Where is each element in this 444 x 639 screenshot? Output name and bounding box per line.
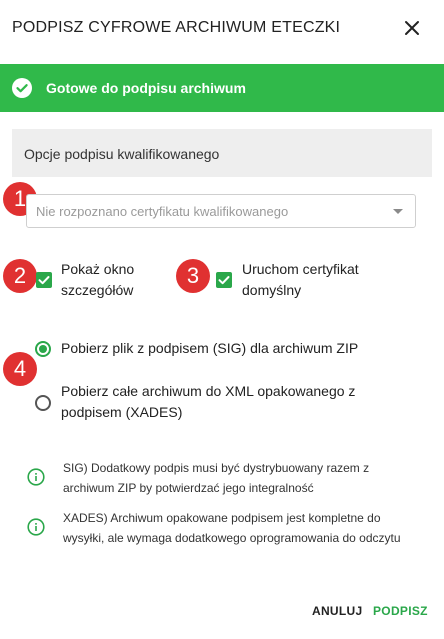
close-icon[interactable] xyxy=(400,16,424,40)
show-details-checkbox[interactable] xyxy=(36,272,52,288)
certificate-select-placeholder: Nie rozpoznano certyfikatu kwalifikowane… xyxy=(36,204,289,219)
section-header: Opcje podpisu kwalifikowanego xyxy=(12,129,432,177)
info-icon xyxy=(27,468,45,486)
info-line: archiwum ZIP by potwierdzać jego integra… xyxy=(63,481,314,495)
radio-sig-label[interactable]: Pobierz plik z podpisem (SIG) dla archiw… xyxy=(61,338,358,359)
info-icon xyxy=(27,518,45,536)
info-line: SIG) Dodatkowy podpis musi być dystrybuo… xyxy=(63,461,370,475)
checkmark-icon xyxy=(218,276,230,285)
default-certificate-label: Uruchom certyfikat domyślny xyxy=(242,259,359,301)
radio-label-line: Pobierz całe archiwum do XML opakowanego… xyxy=(61,383,356,399)
status-banner: Gotowe do podpisu archiwum xyxy=(0,64,444,112)
checkbox-label-line: Uruchom certyfikat xyxy=(242,261,359,277)
marker-badge: 2 xyxy=(3,259,37,293)
marker-badge: 4 xyxy=(3,352,37,386)
info-line: wysyłki, ale wymaga dodatkowego oprogram… xyxy=(63,531,401,545)
checkbox-label-line: szczegółów xyxy=(61,282,134,298)
info-xades: XADES) Archiwum opakowane podpisem jest … xyxy=(63,508,401,548)
info-line: XADES) Archiwum opakowane podpisem jest … xyxy=(63,511,381,525)
radio-sig[interactable] xyxy=(35,341,51,357)
banner-text: Gotowe do podpisu archiwum xyxy=(46,80,246,96)
certificate-select[interactable]: Nie rozpoznano certyfikatu kwalifikowane… xyxy=(26,194,416,228)
section-title: Opcje podpisu kwalifikowanego xyxy=(24,146,220,162)
default-certificate-checkbox[interactable] xyxy=(216,272,232,288)
radio-xades-label[interactable]: Pobierz całe archiwum do XML opakowanego… xyxy=(61,381,355,423)
info-sig: SIG) Dodatkowy podpis musi być dystrybuo… xyxy=(63,458,369,498)
sign-button[interactable]: PODPISZ xyxy=(373,604,428,618)
checkmark-icon xyxy=(38,276,50,285)
radio-label-line: podpisem (XADES) xyxy=(61,404,183,420)
cancel-button[interactable]: ANULUJ xyxy=(312,604,362,618)
marker-badge: 3 xyxy=(176,259,210,293)
show-details-label: Pokaż okno szczegółów xyxy=(61,259,134,301)
checkbox-label-line: domyślny xyxy=(242,282,302,298)
dialog-title: PODPISZ CYFROWE ARCHIWUM ETECZKI xyxy=(12,19,341,36)
checkbox-label-line: Pokaż okno xyxy=(61,261,135,277)
chevron-down-icon xyxy=(393,209,403,214)
check-circle-icon xyxy=(12,78,32,98)
radio-xades[interactable] xyxy=(35,395,51,411)
